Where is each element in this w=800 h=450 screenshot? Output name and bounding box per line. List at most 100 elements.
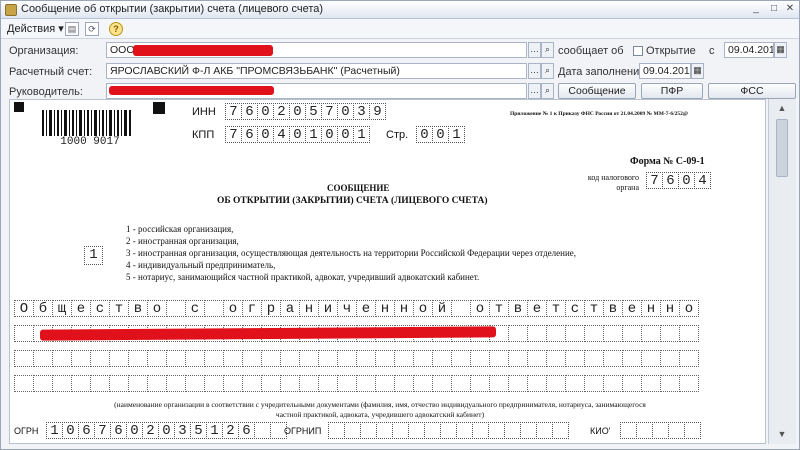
digit-cell	[440, 422, 457, 439]
document-icon	[5, 4, 17, 16]
open-checkbox[interactable]	[633, 46, 643, 56]
name-cell	[660, 325, 680, 342]
from-label: с	[709, 45, 715, 57]
name-cell	[508, 350, 528, 367]
barcode-number: 1000 9017	[50, 136, 130, 148]
name-cell: б	[33, 300, 53, 317]
inn-cells: 7602057039	[225, 103, 386, 120]
digit-cell: 0	[337, 126, 354, 143]
name-cell: о	[223, 300, 243, 317]
name-cell	[204, 300, 224, 317]
corner-marker	[153, 102, 165, 114]
name-cell: н	[394, 300, 414, 317]
name-cell	[546, 350, 566, 367]
name-cell	[660, 350, 680, 367]
name-cell	[565, 325, 585, 342]
maximize-button[interactable]: □	[767, 3, 781, 16]
digit-cell: 0	[158, 422, 175, 439]
name-cell	[223, 350, 243, 367]
name-cell: й	[432, 300, 452, 317]
name-cell: е	[527, 300, 547, 317]
name-cell	[109, 350, 129, 367]
org-search-icon[interactable]: ⌕	[541, 42, 554, 58]
digit-cell	[344, 422, 361, 439]
fill-date-field[interactable]: 09.04.2012	[639, 63, 691, 79]
name-cell	[71, 375, 91, 392]
close-button[interactable]: ✕	[783, 3, 797, 16]
toolbar: Действия ▾ ▤ ⟳ ?	[1, 19, 799, 39]
scroll-up-icon[interactable]: ▲	[775, 103, 789, 115]
minimize-button[interactable]: _	[749, 3, 763, 16]
digit-cell: 0	[678, 172, 695, 189]
name-cell	[394, 375, 414, 392]
name-cell: о	[470, 300, 490, 317]
digit-cell: 4	[694, 172, 711, 189]
digit-cell: 3	[174, 422, 191, 439]
inn-label: ИНН	[192, 106, 216, 118]
scroll-down-icon[interactable]: ▼	[775, 429, 789, 441]
name-caption-2: частной практикой, адвоката, учредившего…	[275, 410, 485, 419]
name-cell: О	[14, 300, 34, 317]
pfr-button[interactable]: ПФР	[641, 83, 703, 99]
refresh-icon[interactable]: ⟳	[85, 22, 99, 36]
name-cell	[622, 375, 642, 392]
name-cell: н	[375, 300, 395, 317]
account-value: ЯРОСЛАВСКИЙ Ф-Л АКБ "ПРОМСВЯЗЬБАНК" (Рас…	[110, 65, 400, 77]
account-field[interactable]: ЯРОСЛАВСКИЙ Ф-Л АКБ "ПРОМСВЯЗЬБАНК" (Рас…	[106, 63, 527, 79]
account-select-button[interactable]: …	[528, 63, 541, 79]
fss-button[interactable]: ФСС	[708, 83, 796, 99]
name-cell	[394, 350, 414, 367]
from-date-field[interactable]: 09.04.2012	[724, 42, 774, 58]
window-title: Сообщение об открытии (закрытии) счета (…	[21, 3, 324, 15]
head-select-button[interactable]: …	[528, 83, 541, 99]
name-cell	[622, 350, 642, 367]
digit-cell: 6	[241, 103, 258, 120]
print-icon[interactable]: ▤	[65, 22, 79, 36]
name-cell	[470, 375, 490, 392]
name-cell	[280, 375, 300, 392]
name-cell: р	[261, 300, 281, 317]
fill-calendar-icon[interactable]: ▦	[691, 63, 704, 79]
name-cell	[318, 375, 338, 392]
fill-date-label: Дата заполнения:	[558, 66, 649, 78]
digit-cell: 0	[289, 103, 306, 120]
digit-cell: 3	[353, 103, 370, 120]
org-type-item: 5 - нотариус, занимающийся частной практ…	[126, 272, 480, 282]
kpp-cells: 760401001	[225, 126, 370, 143]
name-cell	[318, 350, 338, 367]
name-cell: с	[185, 300, 205, 317]
name-cell	[14, 325, 34, 342]
name-cell: н	[660, 300, 680, 317]
scroll-thumb[interactable]	[776, 119, 788, 177]
window: Сообщение об открытии (закрытии) счета (…	[0, 0, 800, 450]
redaction	[133, 45, 273, 56]
digit-cell	[620, 422, 637, 439]
name-cell	[299, 350, 319, 367]
org-select-button[interactable]: …	[528, 42, 541, 58]
vertical-scrollbar[interactable]: ▲ ▼	[768, 99, 796, 444]
name-cell: щ	[52, 300, 72, 317]
name-cell	[470, 350, 490, 367]
message-button[interactable]: Сообщение	[558, 83, 636, 99]
name-cell	[565, 375, 585, 392]
digit-cell	[488, 422, 505, 439]
name-cell	[413, 375, 433, 392]
calendar-icon[interactable]: ▦	[774, 42, 787, 58]
head-search-icon[interactable]: ⌕	[541, 83, 554, 99]
digit-cell: 1	[448, 126, 465, 143]
help-icon[interactable]: ?	[109, 22, 123, 36]
form-document: 1000 9017 ИНН 7602057039 КПП 760401001 С…	[9, 99, 766, 444]
title-bar: Сообщение об открытии (закрытии) счета (…	[1, 1, 799, 19]
name-cell	[147, 375, 167, 392]
name-cell	[223, 375, 243, 392]
name-row-4	[14, 375, 699, 392]
actions-menu[interactable]: Действия ▾	[7, 22, 64, 36]
name-cell	[261, 350, 281, 367]
name-cell	[337, 375, 357, 392]
redaction	[109, 86, 274, 95]
name-cell	[527, 325, 547, 342]
name-cell: е	[71, 300, 91, 317]
account-search-icon[interactable]: ⌕	[541, 63, 554, 79]
kio-label: КИО'	[590, 426, 611, 436]
digit-cell: 0	[289, 126, 306, 143]
